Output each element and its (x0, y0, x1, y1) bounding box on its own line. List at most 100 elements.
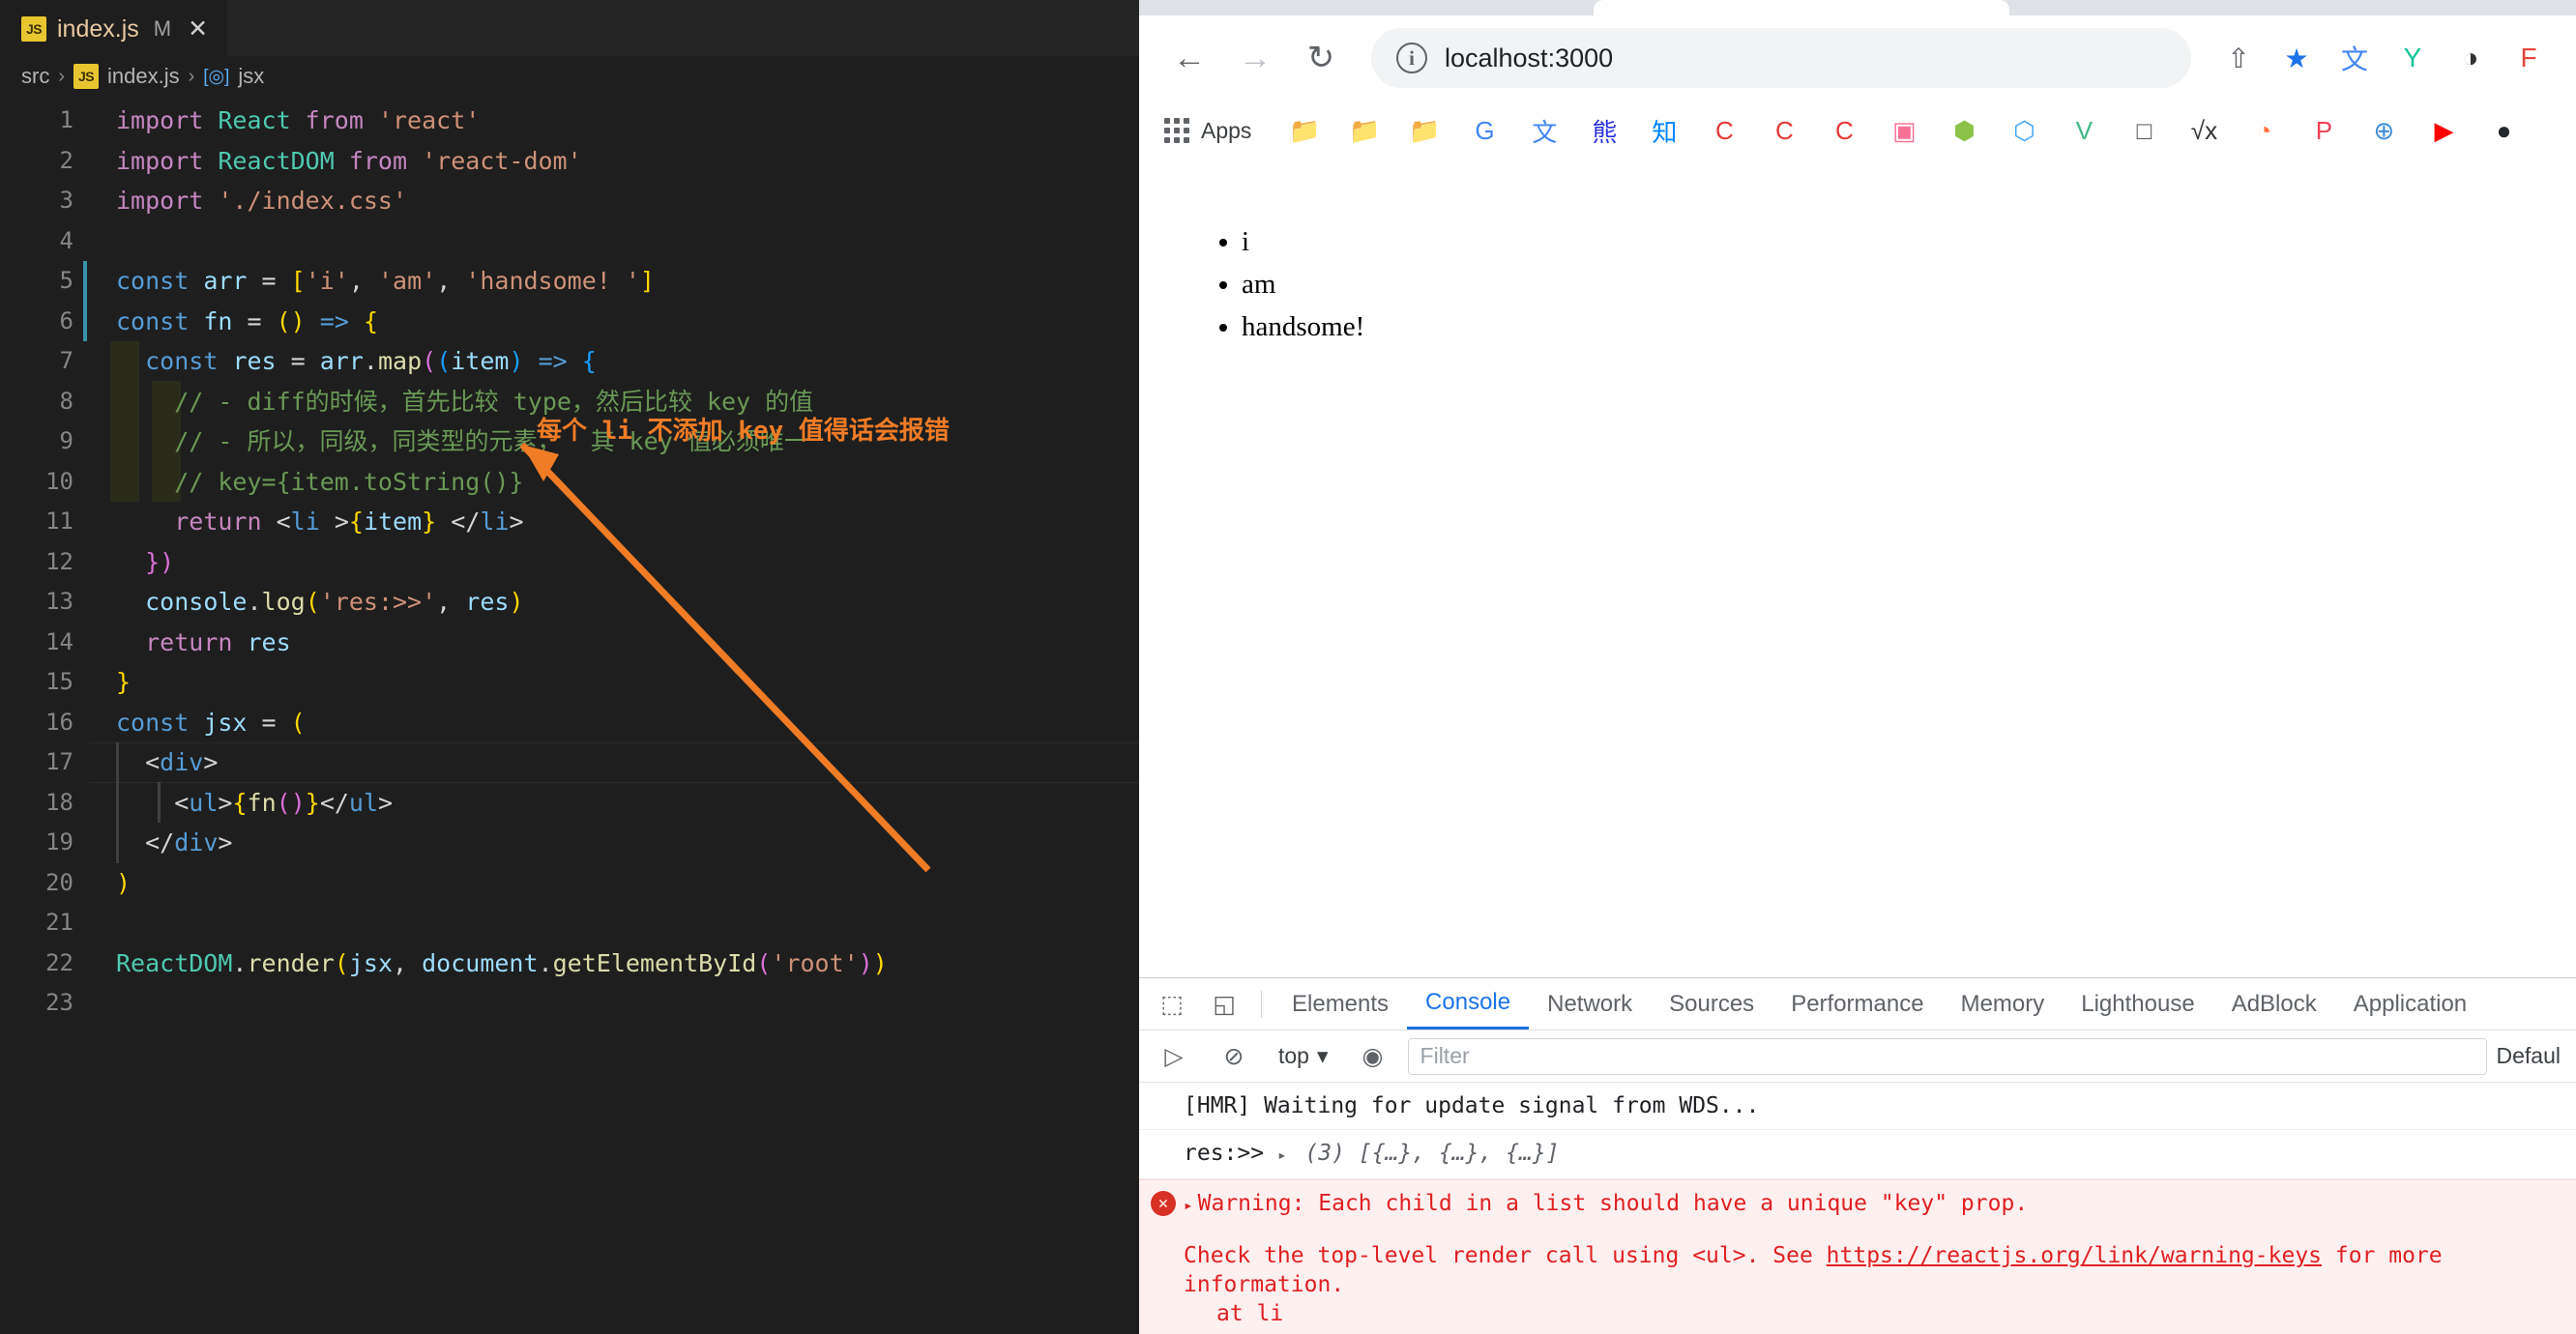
tab-performance[interactable]: Performance (1772, 979, 1942, 1030)
google-icon[interactable]: G (1454, 104, 1514, 157)
breadcrumb-symbol[interactable]: jsx (238, 64, 264, 89)
line-content (89, 983, 116, 1024)
line-number: 18 (45, 788, 73, 816)
tab-application[interactable]: Application (2335, 979, 2485, 1030)
console-filter-input[interactable]: Filter (1407, 1037, 2487, 1075)
code-editor[interactable]: 1 import React from 'react' 2 import ReactD… (0, 97, 1139, 1024)
pocket-icon[interactable]: P (2294, 104, 2354, 157)
code-line[interactable]: 12 }) (0, 542, 1139, 583)
tab-adblock[interactable]: AdBlock (2213, 979, 2335, 1030)
code-line[interactable]: 21 (0, 903, 1139, 943)
code-line[interactable]: 17 <div> (0, 742, 1139, 783)
back-button[interactable]: ← (1160, 29, 1218, 87)
apps-grid-icon (1164, 118, 1189, 143)
youtube-icon[interactable]: ▶ (2414, 104, 2474, 157)
code-line[interactable]: 6 const fn = () => { (0, 302, 1139, 342)
code-line[interactable]: 22 ReactDOM.render(jsx, document.getEleme… (0, 943, 1139, 984)
warning-link[interactable]: https://reactjs.org/link/warning-keys (1827, 1243, 2322, 1268)
code-line[interactable]: 14 return res (0, 623, 1139, 663)
folder-icon[interactable]: 📁 (1394, 104, 1454, 157)
tab-memory[interactable]: Memory (1943, 979, 2064, 1030)
code-line[interactable]: 7 const res = arr.map((item) => { (0, 341, 1139, 382)
list-item: i (1242, 220, 2576, 263)
grammarly-extension-icon[interactable]: Y (2386, 32, 2439, 84)
code-line[interactable]: 23 (0, 983, 1139, 1024)
code-line[interactable]: 16 const jsx = ( (0, 703, 1139, 743)
vue-icon[interactable]: V (2054, 104, 2114, 157)
close-icon[interactable]: ✕ (188, 14, 208, 44)
line-content: return res (89, 623, 291, 663)
line-number: 4 (59, 226, 73, 254)
reload-button[interactable]: ↻ (1292, 29, 1350, 87)
site-info-icon[interactable]: i (1396, 43, 1427, 73)
feedly-extension-icon[interactable]: F (2503, 32, 2555, 84)
line-number: 8 (59, 387, 73, 415)
code-line[interactable]: 10 // key={item.toString()} (0, 462, 1139, 503)
code-line[interactable]: 15} (0, 662, 1139, 703)
translate-extension-icon[interactable]: 文 (2328, 32, 2381, 84)
code-line[interactable]: 20) (0, 863, 1139, 904)
console-message-warning[interactable]: ✕ ▸ Warning: Each child in a list should … (1139, 1179, 2576, 1334)
code-line[interactable]: 5 const arr = ['i', 'am', 'handsome! '] (0, 261, 1139, 302)
code-line[interactable]: 3 import './index.css' (0, 181, 1139, 221)
code-token: . (232, 948, 248, 977)
npm-package-icon[interactable]: ⬡ (1994, 104, 2054, 157)
zhihu-icon[interactable]: 知 (1634, 104, 1694, 157)
bilibili-icon[interactable]: ▣ (1874, 104, 1934, 157)
code-token: , (436, 588, 466, 616)
google-translate-icon[interactable]: 文 (1514, 104, 1574, 157)
copy-icon[interactable]: □ (2114, 104, 2174, 157)
tab-elements[interactable]: Elements (1273, 979, 1407, 1030)
firefox-icon[interactable]: ◔ (2234, 104, 2294, 157)
code-token: = (232, 306, 277, 335)
csdn-icon[interactable]: C (1694, 104, 1754, 157)
forward-button[interactable]: → (1226, 29, 1284, 87)
code-line[interactable]: 13 console.log('res:>>', res) (0, 582, 1139, 623)
bookmark-star-icon[interactable]: ★ (2270, 32, 2323, 84)
code-line[interactable]: 18 <ul>{fn()}</ul> (0, 783, 1139, 824)
globe-icon[interactable]: ⊕ (2354, 104, 2414, 157)
extension-dark-icon[interactable]: ◑ (2444, 32, 2497, 84)
tab-network[interactable]: Network (1529, 979, 1651, 1030)
tab-sources[interactable]: Sources (1651, 979, 1772, 1030)
tab-lighthouse[interactable]: Lighthouse (2063, 979, 2212, 1030)
clear-console-icon[interactable]: ⊘ (1209, 1033, 1259, 1080)
line-content: ReactDOM.render(jsx, document.getElement… (89, 943, 888, 984)
github-icon[interactable]: ● (2474, 104, 2533, 157)
breadcrumb-root[interactable]: src (21, 64, 49, 89)
code-line[interactable]: 4 (0, 221, 1139, 262)
code-line[interactable]: 19 </div> (0, 823, 1139, 863)
list-item: am (1242, 263, 2576, 305)
code-token: = (276, 347, 320, 375)
execute-sidebar-icon[interactable]: ▷ (1149, 1033, 1199, 1080)
console-message-res[interactable]: res:>> ▸ (3) [{…}, {…}, {…}] (1139, 1130, 2576, 1179)
device-toolbar-icon[interactable]: ◱ (1199, 981, 1249, 1028)
math-icon[interactable]: √x (2174, 104, 2234, 157)
breadcrumb-file[interactable]: index.js (107, 64, 180, 89)
live-expression-eye-icon[interactable]: ◉ (1348, 1033, 1398, 1080)
csdn-icon[interactable]: C (1814, 104, 1874, 157)
context-selector[interactable]: top ▾ (1269, 1043, 1338, 1069)
editor-tab-index-js[interactable]: JS index.js M ✕ (0, 0, 228, 56)
code-line[interactable]: 11 return <li >{item} </li> (0, 502, 1139, 542)
code-line[interactable]: 2 import ReactDOM from 'react-dom' (0, 141, 1139, 182)
browser-tab[interactable] (1594, 0, 2009, 15)
tab-console[interactable]: Console (1407, 979, 1530, 1030)
bookmark-apps[interactable]: Apps (1160, 118, 1263, 144)
expand-triangle-icon[interactable]: ▸ (1277, 1141, 1287, 1170)
code-line[interactable]: 1 import React from 'react' (0, 101, 1139, 141)
inspect-element-icon[interactable]: ⬚ (1147, 981, 1197, 1028)
expand-triangle-icon[interactable]: ▸ (1184, 1191, 1193, 1220)
folder-icon[interactable]: 📁 (1274, 104, 1334, 157)
log-level-selector[interactable]: Defaul (2497, 1043, 2566, 1069)
code-token: ( (290, 708, 306, 737)
folder-icon[interactable]: 📁 (1334, 104, 1394, 157)
chevron-down-icon: ▾ (1316, 1043, 1329, 1068)
address-bar[interactable]: i localhost:3000 (1371, 28, 2191, 88)
share-icon[interactable]: ⇧ (2212, 32, 2265, 84)
csdn-icon[interactable]: C (1754, 104, 1814, 157)
baidu-icon[interactable]: 熊 (1574, 104, 1634, 157)
leetcode-icon[interactable]: ⬢ (1934, 104, 1994, 157)
